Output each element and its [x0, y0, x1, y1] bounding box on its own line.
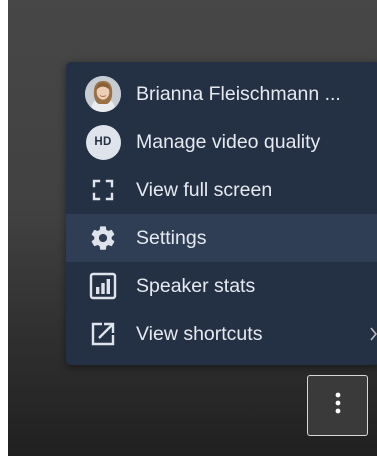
- menu-item-label: View shortcuts: [136, 322, 263, 345]
- overflow-menu: Brianna Fleischmann ... HD Manage video …: [66, 62, 377, 365]
- menu-item-full-screen[interactable]: View full screen: [66, 166, 377, 214]
- fullscreen-icon: [85, 172, 121, 208]
- menu-item-label: View full screen: [136, 178, 273, 201]
- menu-item-label: Brianna Fleischmann ...: [136, 82, 341, 105]
- menu-item-label: Manage video quality: [136, 130, 321, 153]
- bar-chart-icon: [85, 268, 121, 304]
- menu-item-speaker-stats[interactable]: Speaker stats: [66, 262, 377, 310]
- hd-badge-icon: HD: [85, 124, 121, 160]
- more-options-button[interactable]: [307, 375, 368, 436]
- menu-item-video-quality[interactable]: HD Manage video quality: [66, 118, 377, 166]
- menu-item-label: Speaker stats: [136, 274, 256, 297]
- user-avatar: [85, 76, 121, 112]
- chevron-right-icon: [370, 324, 377, 344]
- menu-item-view-shortcuts[interactable]: View shortcuts: [66, 310, 377, 358]
- video-stage: Brianna Fleischmann ... HD Manage video …: [8, 0, 377, 456]
- vertical-ellipsis-icon: [335, 392, 341, 419]
- menu-item-profile[interactable]: Brianna Fleischmann ...: [66, 70, 377, 118]
- external-link-icon: [85, 316, 121, 352]
- menu-item-settings[interactable]: Settings: [66, 214, 377, 262]
- menu-item-label: Settings: [136, 226, 207, 249]
- gear-icon: [85, 220, 121, 256]
